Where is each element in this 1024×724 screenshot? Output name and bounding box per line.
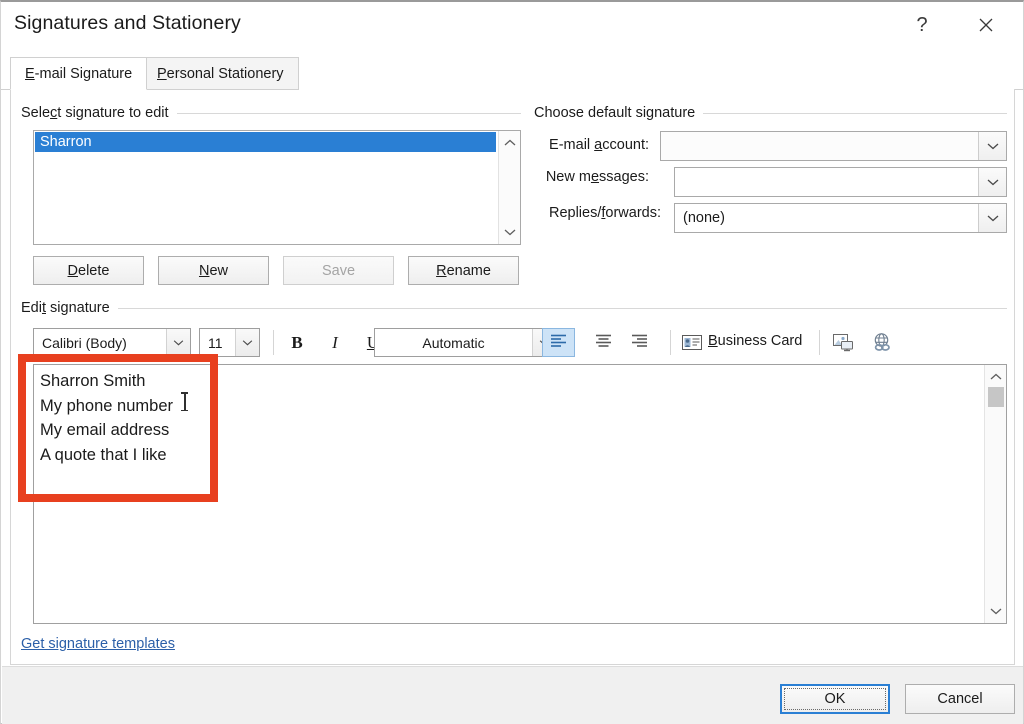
question-mark-icon: ? [916,13,928,36]
chevron-down-icon[interactable] [978,204,1006,232]
close-button[interactable] [963,2,1009,48]
font-family-value: Calibri (Body) [42,334,127,351]
signature-edit-scrollbar[interactable] [984,365,1006,623]
new-messages-dropdown[interactable] [674,167,1007,197]
signature-list-box[interactable]: Sharron [33,130,521,245]
rename-button[interactable]: Rename [408,256,519,285]
insert-picture-icon[interactable] [829,328,859,357]
business-card-label: usiness Card [717,333,803,349]
group-rule [176,112,521,114]
signature-edit-area[interactable]: Sharron Smith My phone number My email a… [33,364,1007,624]
edit-signature-group-header: Edit signature [21,300,1007,316]
chevron-down-icon[interactable] [985,601,1006,621]
align-left-icon [550,334,567,351]
select-signature-group-header: Select signature to edit [21,105,521,121]
chevron-down-icon[interactable] [235,329,259,356]
group-rule [117,307,1007,309]
signature-line: My phone number [40,396,173,415]
signature-line: Sharron Smith [40,372,146,390]
ok-button[interactable]: OK [780,684,890,714]
italic-icon: I [332,332,338,352]
delete-button[interactable]: Delete [33,256,144,285]
formatting-toolbar: Calibri (Body) 11 B I U Automatic Busine… [33,328,1007,359]
save-label: Save [321,262,356,279]
dialog-title: Signatures and Stationery [14,12,241,34]
align-right-icon [631,334,648,351]
dialog-footer: OK Cancel [2,666,1023,724]
select-signature-label-a: Sele [21,105,51,121]
signature-line: A quote that I like [40,445,167,464]
align-right-button[interactable] [623,328,656,357]
signature-content: Sharron Smith My phone number My email a… [40,369,173,467]
close-icon [978,17,994,33]
scrollbar-thumb[interactable] [988,387,1004,407]
font-color-value: Automatic [422,334,485,351]
font-color-dropdown[interactable]: Automatic [374,328,557,357]
chevron-down-icon[interactable] [978,168,1006,196]
default-signature-label: Choose default signature [534,105,696,121]
chevron-down-icon[interactable] [166,329,190,356]
delete-label: elete [78,262,110,279]
list-item[interactable]: Sharron [35,132,496,152]
align-center-icon [595,334,612,351]
signature-line: My email address [40,421,170,440]
chevron-down-icon[interactable] [499,222,520,242]
bold-button[interactable]: B [281,328,313,357]
replies-forwards-dropdown[interactable]: (none) [674,203,1007,233]
business-card-button[interactable]: Business Card [708,333,802,349]
cancel-button[interactable]: Cancel [905,684,1015,714]
font-size-value: 11 [208,334,223,351]
tab-email-signature[interactable]: E-mail Signature [10,57,148,90]
tab-strip: E-mail Signature Personal Stationery [1,54,1023,90]
select-signature-label-b: t signature to edit [57,105,169,121]
align-left-button[interactable] [542,328,575,357]
tab-personal-stationery[interactable]: Personal Stationery [142,57,299,90]
bold-icon: B [291,332,303,352]
chevron-down-icon[interactable] [978,132,1006,160]
email-account-dropdown[interactable] [660,131,1007,161]
cancel-label: Cancel [937,691,983,707]
group-rule [703,112,1007,114]
help-button[interactable]: ? [899,2,945,48]
delete-accel: D [67,262,79,279]
tab-email-signature-label: -mail Signature [34,65,133,82]
new-label: ew [209,262,229,279]
font-family-dropdown[interactable]: Calibri (Body) [33,328,191,357]
signatures-and-stationery-dialog: Signatures and Stationery ? E-mail Signa… [0,0,1024,724]
new-button[interactable]: New [158,256,269,285]
business-card-accel: B [708,333,718,349]
toolbar-separator [273,330,274,355]
text-cursor-icon [181,392,188,411]
get-signature-templates-link[interactable]: Get signature templates [21,636,175,652]
font-size-dropdown[interactable]: 11 [199,328,260,357]
default-signature-group-header: Choose default signature [534,105,1007,121]
replies-forwards-label: Replies/forwards: [548,205,661,221]
new-accel: N [198,262,210,279]
save-button: Save [283,256,394,285]
toolbar-separator [670,330,671,355]
toolbar-separator [819,330,820,355]
italic-button[interactable]: I [319,328,351,357]
align-center-button[interactable] [587,328,620,357]
rename-accel: R [436,262,447,279]
rename-label: ename [446,262,491,279]
replies-forwards-value: (none) [683,210,725,226]
business-card-icon[interactable] [679,328,705,357]
chevron-up-icon[interactable] [985,367,1006,387]
email-account-label: E-mail account: [549,137,649,153]
new-messages-label: New messages: [545,169,649,185]
title-bar: Signatures and Stationery ? [1,2,1023,50]
tab-personal-stationery-accel: P [157,65,167,82]
insert-hyperlink-icon[interactable] [867,328,897,357]
tab-personal-stationery-label: ersonal Stationery [166,65,284,82]
tab-email-signature-accel: E [25,65,35,82]
focus-ring [784,688,886,710]
